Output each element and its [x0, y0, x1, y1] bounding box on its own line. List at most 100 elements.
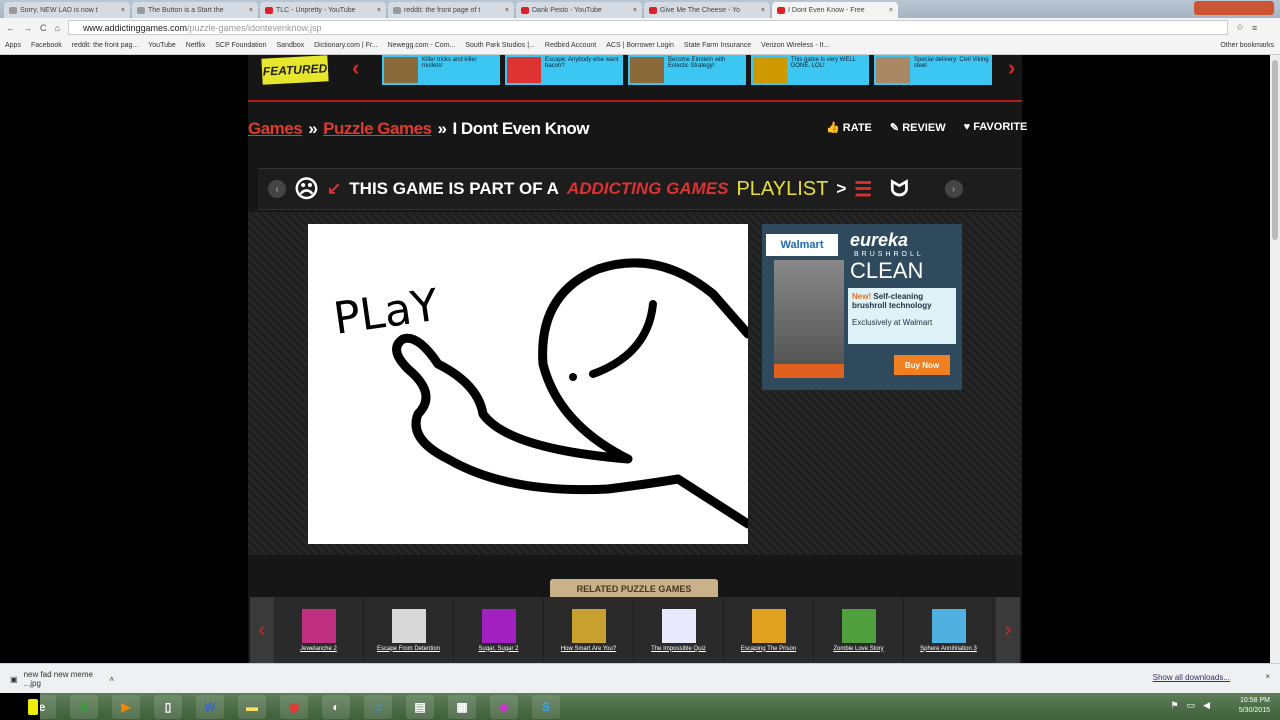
- home-icon[interactable]: ⌂: [55, 23, 60, 33]
- related-game[interactable]: Escaping The Prison: [724, 599, 814, 661]
- close-tab-icon[interactable]: ×: [633, 7, 637, 14]
- related-game[interactable]: Jewelanche 2: [274, 599, 364, 661]
- favorite-button[interactable]: ♥ FAVORITE: [964, 121, 1028, 134]
- bookmark[interactable]: YouTube: [148, 42, 176, 49]
- game-title-link[interactable]: The Impossible Quiz: [651, 646, 706, 652]
- featured-item[interactable]: Special delivery: Civil Viking steel: [874, 55, 992, 85]
- reload-icon[interactable]: C: [40, 23, 47, 33]
- media-player-icon[interactable]: ▶: [112, 694, 140, 719]
- bookmark[interactable]: State Farm Insurance: [684, 42, 751, 49]
- itunes-icon[interactable]: ♫: [364, 694, 392, 719]
- close-tab-icon[interactable]: ×: [505, 7, 509, 14]
- related-next-arrow[interactable]: ›: [996, 597, 1020, 663]
- play-text[interactable]: PLaY: [330, 280, 441, 345]
- download-item[interactable]: ▣ new fad new meme ...jpg ˄: [6, 668, 114, 690]
- game-title-link[interactable]: Escaping The Prison: [741, 646, 796, 652]
- excel-icon[interactable]: X: [70, 694, 98, 719]
- browser-tab[interactable]: The Button is a Start the ×: [132, 2, 258, 18]
- browser-tab-active[interactable]: I Dont Even Know - Free ×: [772, 2, 898, 18]
- scrollbar-thumb[interactable]: [1272, 60, 1278, 240]
- chrome-icon[interactable]: ◉: [280, 694, 308, 719]
- window-controls[interactable]: [1194, 1, 1274, 15]
- star-icon[interactable]: ☆: [1236, 22, 1244, 33]
- forward-icon[interactable]: →: [23, 23, 32, 33]
- bookmark[interactable]: Verizon Wireless - It...: [761, 42, 829, 49]
- browser-tab[interactable]: TLC - Unpretty - YouTube ×: [260, 2, 386, 18]
- featured-item[interactable]: Killer tricks and killer mullets!: [382, 55, 500, 85]
- system-tray[interactable]: ⚑ ▭ ◀: [1170, 700, 1210, 711]
- breadcrumb-games-link[interactable]: Games: [248, 119, 303, 139]
- app-icon[interactable]: ◆: [490, 694, 518, 719]
- volume-icon[interactable]: ◀: [1203, 700, 1210, 711]
- close-tab-icon[interactable]: ×: [249, 7, 253, 14]
- game-title-link[interactable]: Zombie Love Story: [833, 646, 883, 652]
- related-game[interactable]: How Smart Are You?: [544, 599, 634, 661]
- download-menu-icon[interactable]: ˄: [109, 675, 114, 684]
- featured-item[interactable]: This game is very WELL DONE. LOL!: [751, 55, 869, 85]
- advertisement[interactable]: Walmart eureka BRUSHROLL CLEAN New! Self…: [762, 224, 962, 390]
- breadcrumb-category-link[interactable]: Puzzle Games: [323, 119, 432, 139]
- network-icon[interactable]: ▭: [1187, 700, 1196, 711]
- game-icon[interactable]: ▦: [448, 694, 476, 719]
- steam-icon[interactable]: ◐: [322, 694, 350, 719]
- featured-prev-arrow[interactable]: ‹: [352, 55, 359, 81]
- related-game[interactable]: Zombie Love Story: [814, 599, 904, 661]
- review-button[interactable]: ✎ REVIEW: [890, 121, 946, 134]
- related-prev-arrow[interactable]: ‹: [250, 597, 274, 663]
- close-tab-icon[interactable]: ×: [761, 7, 765, 14]
- skype-icon[interactable]: S: [532, 694, 560, 719]
- bookmark[interactable]: Sandbox: [276, 42, 304, 49]
- close-tab-icon[interactable]: ×: [889, 7, 893, 14]
- bookmark[interactable]: Netflix: [186, 42, 205, 49]
- bookmark[interactable]: SCP Foundation: [215, 42, 266, 49]
- bookmark[interactable]: Apps: [5, 42, 21, 49]
- document-icon[interactable]: ▤: [406, 694, 434, 719]
- rate-button[interactable]: 👍 RATE: [826, 121, 872, 134]
- game-title-link[interactable]: Jewelanche 2: [300, 646, 337, 652]
- featured-item[interactable]: Escape: Anybody else want bacon?: [505, 55, 623, 85]
- next-circle-icon[interactable]: ›: [944, 180, 963, 198]
- clock[interactable]: 10:58 PM 5/30/2015: [1239, 696, 1270, 716]
- browser-tab[interactable]: Give Me The Cheese - Yo ×: [644, 2, 770, 18]
- files-icon[interactable]: ▯: [154, 694, 182, 719]
- related-game[interactable]: Escape From Detention: [364, 599, 454, 661]
- menu-icon[interactable]: ≡: [1252, 23, 1257, 33]
- bookmark[interactable]: ACS | Borrower Login: [606, 42, 674, 49]
- game-title-link[interactable]: Sphere Annihilation 3: [920, 646, 977, 652]
- other-bookmarks[interactable]: Other bookmarks: [1220, 42, 1274, 49]
- game-title-link[interactable]: Sugar, Sugar 2: [478, 646, 518, 652]
- browser-tab[interactable]: reddit: the front page of t ×: [388, 2, 514, 18]
- folder-icon[interactable]: ▬: [238, 694, 266, 719]
- word-icon[interactable]: W: [196, 694, 224, 719]
- browser-tab[interactable]: Sorry, NEW LAD is now t ×: [4, 2, 130, 18]
- bookmark[interactable]: Redbird Account: [545, 42, 596, 49]
- bookmark[interactable]: reddit: the front pag...: [72, 42, 139, 49]
- game-title-link[interactable]: How Smart Are You?: [561, 646, 616, 652]
- prev-circle-icon[interactable]: ‹: [268, 180, 286, 198]
- close-tab-icon[interactable]: ×: [121, 7, 125, 14]
- flag-icon[interactable]: ⚑: [1170, 700, 1178, 711]
- close-tab-icon[interactable]: ×: [377, 7, 381, 14]
- game-title-link[interactable]: Escape From Detention: [377, 646, 440, 652]
- featured-item[interactable]: Become Einstein with Eclectic Strategy!: [628, 55, 746, 85]
- back-icon[interactable]: ←: [6, 23, 15, 33]
- start-button[interactable]: [0, 693, 40, 720]
- list-icon[interactable]: ☰: [854, 177, 872, 202]
- bookmark[interactable]: South Park Studios |...: [465, 42, 535, 49]
- related-game[interactable]: Sphere Annihilation 3: [904, 599, 994, 661]
- related-game[interactable]: Sugar, Sugar 2: [454, 599, 544, 661]
- buy-now-button[interactable]: Buy Now: [894, 355, 950, 375]
- close-icon[interactable]: ×: [1265, 672, 1270, 681]
- featured-next-arrow[interactable]: ›: [1008, 55, 1015, 81]
- web-page: FEATURED ‹ Killer tricks and killer mull…: [0, 55, 1270, 663]
- bookmark[interactable]: Dictionary.com | Fr...: [314, 42, 378, 49]
- related-game[interactable]: The Impossible Quiz: [634, 599, 724, 661]
- bookmark[interactable]: Newegg.com - Com...: [388, 42, 456, 49]
- playlist-banner[interactable]: ‹ ☹ ↙ THIS GAME IS PART OF A ADDICTING G…: [258, 168, 1022, 210]
- game-canvas[interactable]: PLaY: [308, 224, 753, 544]
- browser-tab[interactable]: Dank Pesto - YouTube ×: [516, 2, 642, 18]
- address-bar[interactable]: www.addictinggames.com/puzzle-games/idon…: [67, 20, 1228, 35]
- show-all-downloads-link[interactable]: Show all downloads...: [1153, 673, 1230, 682]
- bookmark[interactable]: Facebook: [31, 42, 62, 49]
- game-actions: 👍 RATE ✎ REVIEW ♥ FAVORITE: [826, 121, 1027, 134]
